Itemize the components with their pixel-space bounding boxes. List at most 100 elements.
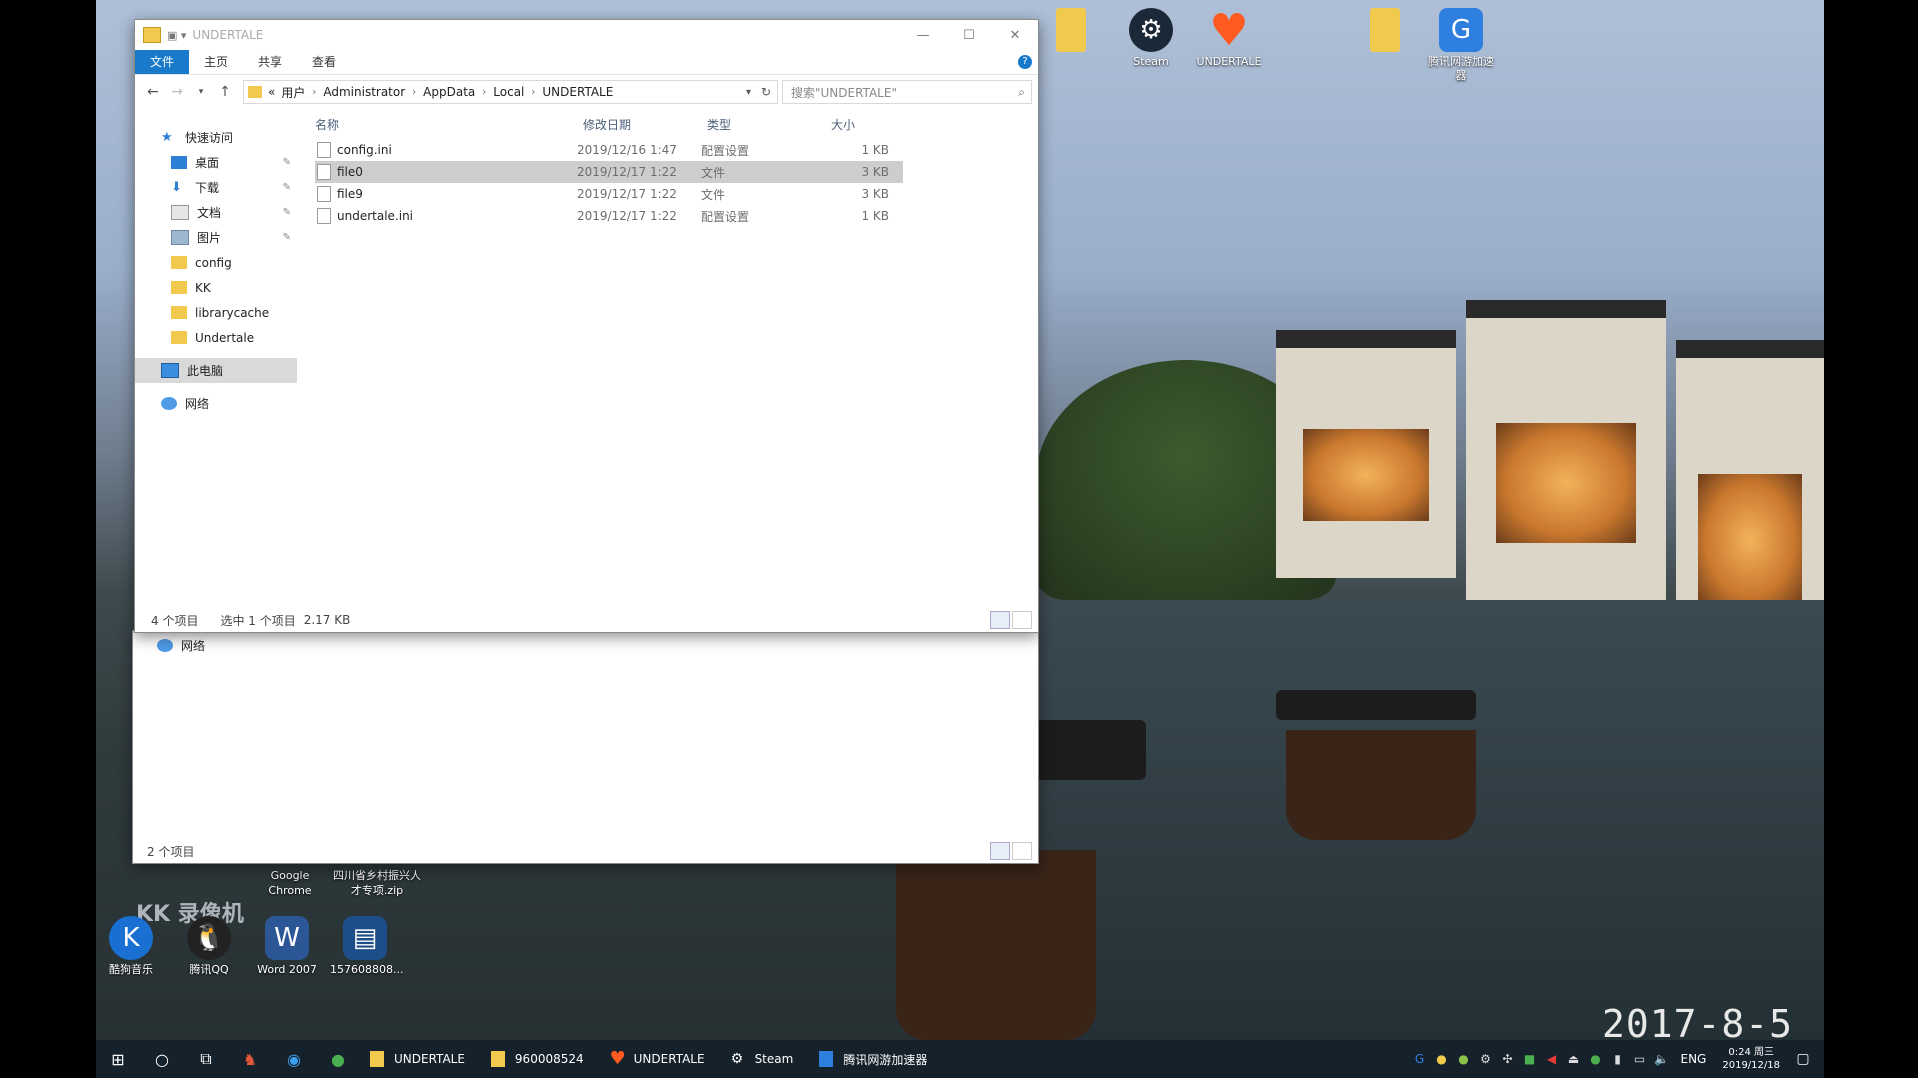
- explorer-window-background[interactable]: 网络 2 个项目: [132, 630, 1039, 864]
- start-button[interactable]: ⊞: [96, 1040, 140, 1078]
- details-view-button[interactable]: [990, 611, 1010, 629]
- column-name[interactable]: 名称: [315, 116, 583, 133]
- desktop-icon-word[interactable]: W Word 2007: [252, 916, 322, 977]
- back-button[interactable]: ←: [141, 84, 165, 100]
- column-type[interactable]: 类型: [707, 116, 831, 133]
- breadcrumb-overflow[interactable]: «: [268, 85, 275, 99]
- tray-app-icon[interactable]: ■: [1519, 1052, 1541, 1066]
- details-view-button[interactable]: [990, 842, 1010, 860]
- forward-button[interactable]: →: [165, 84, 189, 100]
- network-status-icon[interactable]: ▭: [1629, 1052, 1651, 1066]
- tray-app-icon[interactable]: ●: [1453, 1052, 1475, 1066]
- breadcrumb-local[interactable]: Local: [493, 85, 524, 99]
- tray-app-icon[interactable]: ◀: [1541, 1052, 1563, 1066]
- large-icons-view-button[interactable]: [1012, 611, 1032, 629]
- search-button[interactable]: ○: [140, 1040, 184, 1078]
- chevron-right-icon[interactable]: ›: [312, 87, 316, 98]
- browser-icon[interactable]: ◉: [272, 1040, 316, 1078]
- status-bar: 2 个项目: [133, 839, 1038, 863]
- file-row-file9[interactable]: file9 2019/12/17 1:22 文件 3 KB: [315, 183, 903, 205]
- sidebar-item-kk[interactable]: KK: [135, 275, 297, 300]
- clock[interactable]: 0:24 周三 2019/12/18: [1722, 1046, 1780, 1072]
- up-button[interactable]: ↑: [213, 84, 237, 100]
- sidebar-item-config[interactable]: config: [135, 250, 297, 275]
- column-size[interactable]: 大小: [831, 116, 901, 133]
- taskbar-app-folder-960008524[interactable]: 960008524: [481, 1040, 598, 1078]
- pin-icon: ✎: [282, 232, 291, 243]
- explorer-window[interactable]: ▣ ▾ UNDERTALE — ☐ ✕ 文件 主页 共享 查看 ? ← → ▾ …: [134, 19, 1039, 633]
- sidebar-item-undertale[interactable]: Undertale: [135, 325, 297, 350]
- folder-icon: [171, 281, 187, 294]
- sidebar-item-downloads[interactable]: ⬇ 下载 ✎: [135, 175, 297, 200]
- column-date[interactable]: 修改日期: [583, 116, 707, 133]
- quick-access-toolbar-icon[interactable]: ▣ ▾: [167, 29, 186, 42]
- recent-locations-button[interactable]: ▾: [189, 87, 213, 97]
- wallpaper-boat: [896, 850, 1096, 1040]
- notification-icon[interactable]: ▢: [1788, 1051, 1818, 1067]
- sidebar-item-librarycache[interactable]: librarycache: [135, 300, 297, 325]
- desktop-icon-folder[interactable]: [1036, 8, 1106, 55]
- zip-label[interactable]: 四川省乡村振兴人才专项.zip: [332, 868, 422, 898]
- sidebar-item-quick-access[interactable]: ★ 快速访问: [135, 125, 297, 150]
- maximize-button[interactable]: ☐: [946, 20, 992, 50]
- minimize-button[interactable]: —: [900, 20, 946, 50]
- desktop-icon-steam[interactable]: ⚙ Steam: [1116, 8, 1186, 69]
- pinned-app-icon[interactable]: ♞: [228, 1040, 272, 1078]
- input-language[interactable]: ENG: [1681, 1052, 1707, 1066]
- desktop-icon-undertale[interactable]: ♥ UNDERTALE: [1194, 5, 1264, 69]
- sidebar-item-network[interactable]: 网络: [133, 633, 1038, 658]
- desktop-icon-archive[interactable]: ▤ 157608808...: [330, 916, 403, 977]
- close-button[interactable]: ✕: [992, 20, 1038, 50]
- sidebar-item-pictures[interactable]: 图片 ✎: [135, 225, 297, 250]
- file-row-undertale-ini[interactable]: undertale.ini 2019/12/17 1:22 配置设置 1 KB: [315, 205, 903, 227]
- wallpaper-house: [1466, 300, 1666, 618]
- desktop-icon-kugou[interactable]: K 酷狗音乐: [96, 916, 166, 977]
- taskbar-app-accelerator[interactable]: 腾讯网游加速器: [809, 1040, 941, 1078]
- breadcrumb-users[interactable]: 用户: [281, 84, 305, 101]
- desktop-icon-qq[interactable]: 🐧 腾讯QQ: [174, 916, 244, 977]
- file-row-file0[interactable]: file0 2019/12/17 1:22 文件 3 KB: [315, 161, 903, 183]
- search-input[interactable]: 搜索"UNDERTALE": [791, 84, 897, 101]
- sidebar-item-this-pc[interactable]: 此电脑: [135, 358, 297, 383]
- tab-home[interactable]: 主页: [189, 50, 243, 74]
- desktop-icon-accelerator[interactable]: G 腾讯网游加速器: [1426, 8, 1496, 83]
- tray-app-icon[interactable]: ✣: [1497, 1052, 1519, 1066]
- tray-accelerator-icon[interactable]: G: [1409, 1052, 1431, 1066]
- file-row-config-ini[interactable]: config.ini 2019/12/16 1:47 配置设置 1 KB: [315, 139, 903, 161]
- chevron-right-icon[interactable]: ›: [482, 87, 486, 98]
- wallpaper-boat: [1036, 720, 1146, 780]
- task-view-button[interactable]: ⧉: [184, 1040, 228, 1078]
- taskbar-app-steam[interactable]: ⚙ Steam: [721, 1040, 808, 1078]
- breadcrumb-appdata[interactable]: AppData: [423, 85, 475, 99]
- large-icons-view-button[interactable]: [1012, 842, 1032, 860]
- search-box[interactable]: 搜索"UNDERTALE" ⌕: [782, 80, 1032, 104]
- tab-file[interactable]: 文件: [135, 50, 190, 74]
- tab-view[interactable]: 查看: [297, 50, 351, 74]
- chevron-right-icon[interactable]: ›: [531, 87, 535, 98]
- chrome-label[interactable]: Google Chrome: [260, 868, 320, 898]
- breadcrumb-undertale[interactable]: UNDERTALE: [542, 85, 613, 99]
- tray-app-icon[interactable]: ●: [1431, 1052, 1453, 1066]
- taskbar-app-undertale-folder[interactable]: UNDERTALE: [360, 1040, 479, 1078]
- chevron-down-icon[interactable]: ▾: [746, 87, 751, 98]
- tab-share[interactable]: 共享: [243, 50, 297, 74]
- wallpaper-house: [1276, 330, 1456, 578]
- tray-usb-icon[interactable]: ⏏: [1563, 1052, 1585, 1066]
- taskbar-app-undertale-game[interactable]: ♥ UNDERTALE: [600, 1040, 719, 1078]
- sidebar-item-documents[interactable]: 文档 ✎: [135, 200, 297, 225]
- address-bar[interactable]: « 用户 › Administrator › AppData › Local ›…: [243, 80, 778, 104]
- sidebar-item-network[interactable]: 网络: [135, 391, 297, 416]
- title-bar[interactable]: ▣ ▾ UNDERTALE — ☐ ✕: [135, 20, 1038, 50]
- desktop-icon-folder[interactable]: [1350, 8, 1420, 55]
- chrome-icon[interactable]: ●: [316, 1040, 360, 1078]
- chevron-right-icon[interactable]: ›: [412, 87, 416, 98]
- volume-icon[interactable]: 🔈: [1651, 1052, 1673, 1066]
- kugou-icon: K: [109, 916, 153, 960]
- refresh-icon[interactable]: ↻: [761, 85, 771, 99]
- tray-app-icon[interactable]: ▮: [1607, 1052, 1629, 1066]
- sidebar-item-desktop[interactable]: 桌面 ✎: [135, 150, 297, 175]
- help-icon[interactable]: ?: [1018, 55, 1032, 69]
- tray-steam-icon[interactable]: ⚙: [1475, 1052, 1497, 1066]
- tray-chrome-icon[interactable]: ●: [1585, 1052, 1607, 1066]
- breadcrumb-administrator[interactable]: Administrator: [323, 85, 405, 99]
